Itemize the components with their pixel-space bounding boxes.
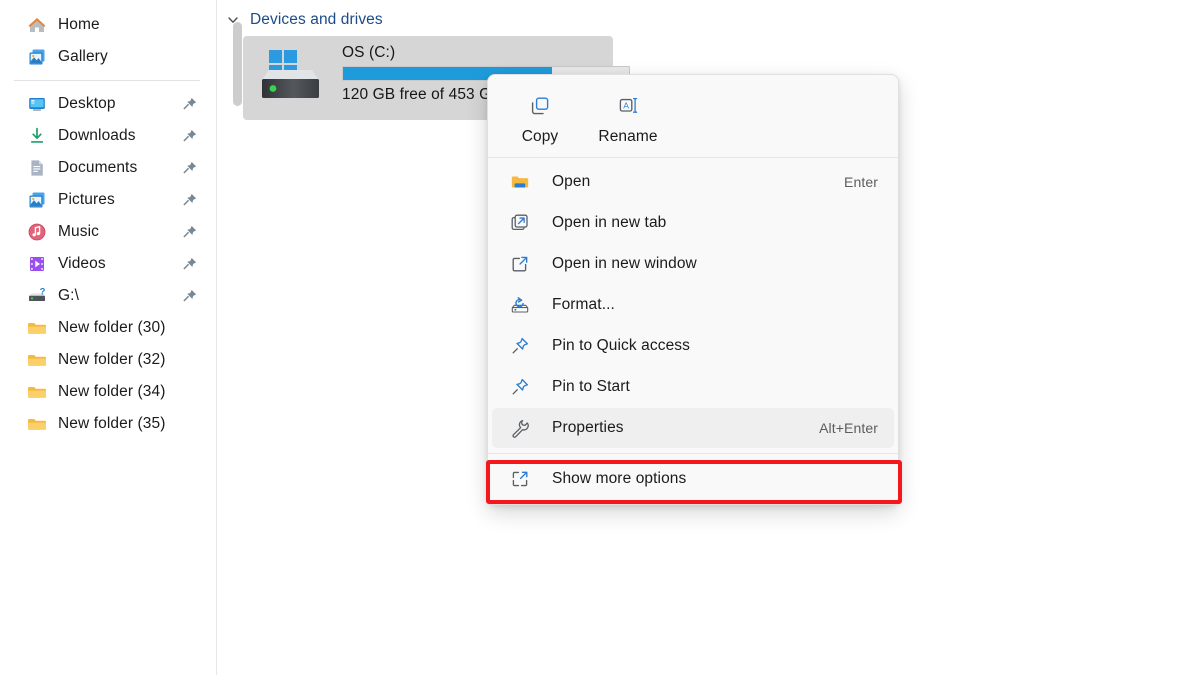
wrench-icon xyxy=(510,418,530,438)
sidebar-item-label: G:\ xyxy=(58,287,79,305)
sidebar-item-label: Downloads xyxy=(58,127,136,145)
menu-item-label: Open in new window xyxy=(552,255,697,273)
context-menu-divider xyxy=(488,453,898,454)
windows-drive-icon xyxy=(257,42,327,112)
folder-open-icon xyxy=(510,172,530,192)
menu-item-accelerator: Enter xyxy=(844,174,878,190)
folder-icon xyxy=(26,349,48,371)
pin-icon[interactable] xyxy=(182,288,198,304)
navigation-pane: Home Gallery Desktop xyxy=(0,0,217,675)
menu-item-label: Open xyxy=(552,173,590,191)
sidebar-item-pictures[interactable]: Pictures xyxy=(6,184,210,216)
copy-button[interactable]: Copy xyxy=(496,87,584,146)
context-menu-command-bar: Copy A Rename xyxy=(488,79,898,156)
pin-icon[interactable] xyxy=(182,96,198,112)
unknown-drive-icon: ? xyxy=(26,285,48,307)
menu-item-open-in-new-window[interactable]: Open in new window xyxy=(492,244,894,284)
video-icon xyxy=(26,253,48,275)
context-menu: Copy A Rename Open Enter xyxy=(487,74,899,505)
menu-item-label: Pin to Start xyxy=(552,378,630,396)
sidebar-item-label: Home xyxy=(58,16,100,34)
folder-icon xyxy=(26,413,48,435)
rename-label: Rename xyxy=(598,128,657,146)
sidebar-item-label: Gallery xyxy=(58,48,108,66)
sidebar-item-label: Desktop xyxy=(58,95,116,113)
copy-label: Copy xyxy=(522,128,559,146)
sidebar-item-new-folder-30[interactable]: New folder (30) xyxy=(6,312,210,344)
menu-item-open-in-new-tab[interactable]: Open in new tab xyxy=(492,203,894,243)
menu-item-label: Format... xyxy=(552,296,615,314)
menu-item-label: Show more options xyxy=(552,470,686,488)
folder-icon xyxy=(26,381,48,403)
sidebar-divider xyxy=(14,80,200,81)
sidebar-item-home[interactable]: Home xyxy=(6,9,210,41)
download-icon xyxy=(26,125,48,147)
gallery-icon xyxy=(26,46,48,68)
menu-item-show-more-options[interactable]: Show more options xyxy=(492,459,894,499)
sidebar-item-drive-g[interactable]: ? G:\ xyxy=(6,280,210,312)
sidebar-item-new-folder-34[interactable]: New folder (34) xyxy=(6,376,210,408)
new-window-icon xyxy=(510,254,530,274)
menu-item-label: Properties xyxy=(552,419,624,437)
sidebar-item-label: Music xyxy=(58,223,99,241)
music-icon xyxy=(26,221,48,243)
menu-item-accelerator: Alt+Enter xyxy=(819,420,878,436)
rename-button[interactable]: A Rename xyxy=(584,87,672,146)
new-tab-icon xyxy=(510,213,530,233)
pin-icon xyxy=(510,377,530,397)
menu-item-pin-to-start[interactable]: Pin to Start xyxy=(492,367,894,407)
sidebar-item-label: New folder (30) xyxy=(58,319,165,337)
desktop-icon xyxy=(26,93,48,115)
sidebar-item-label: New folder (34) xyxy=(58,383,165,401)
chevron-down-icon[interactable] xyxy=(225,12,241,28)
sidebar-item-gallery[interactable]: Gallery xyxy=(6,41,210,73)
pin-icon xyxy=(510,336,530,356)
group-header-label: Devices and drives xyxy=(250,11,383,29)
format-drive-icon xyxy=(510,295,530,315)
document-icon xyxy=(26,157,48,179)
folder-icon xyxy=(26,317,48,339)
sidebar-item-label: Videos xyxy=(58,255,106,273)
sidebar-item-new-folder-35[interactable]: New folder (35) xyxy=(6,408,210,440)
drive-name-label: OS (C:) xyxy=(342,44,603,62)
sidebar-item-music[interactable]: Music xyxy=(6,216,210,248)
sidebar-item-new-folder-32[interactable]: New folder (32) xyxy=(6,344,210,376)
show-more-options-icon xyxy=(510,469,530,489)
pin-icon[interactable] xyxy=(182,192,198,208)
group-header-devices-and-drives[interactable]: Devices and drives xyxy=(225,8,383,32)
copy-icon xyxy=(529,93,551,119)
sidebar-item-label: Pictures xyxy=(58,191,115,209)
menu-item-label: Pin to Quick access xyxy=(552,337,690,355)
pin-icon[interactable] xyxy=(182,224,198,240)
menu-item-open[interactable]: Open Enter xyxy=(492,162,894,202)
scrollbar-thumb[interactable] xyxy=(233,22,242,106)
rename-icon: A xyxy=(617,93,639,119)
menu-item-label: Open in new tab xyxy=(552,214,666,232)
sidebar-item-downloads[interactable]: Downloads xyxy=(6,120,210,152)
sidebar-item-desktop[interactable]: Desktop xyxy=(6,88,210,120)
menu-item-format[interactable]: Format... xyxy=(492,285,894,325)
sidebar-item-label: New folder (35) xyxy=(58,415,165,433)
pin-icon[interactable] xyxy=(182,160,198,176)
sidebar-item-label: Documents xyxy=(58,159,137,177)
pictures-icon xyxy=(26,189,48,211)
pin-icon[interactable] xyxy=(182,128,198,144)
sidebar-item-label: New folder (32) xyxy=(58,351,165,369)
sidebar-item-documents[interactable]: Documents xyxy=(6,152,210,184)
home-icon xyxy=(26,14,48,36)
menu-item-properties[interactable]: Properties Alt+Enter xyxy=(492,408,894,448)
svg-text:A: A xyxy=(623,100,629,110)
svg-text:?: ? xyxy=(40,286,46,297)
content-scrollbar[interactable] xyxy=(233,0,242,675)
menu-item-pin-to-quick-access[interactable]: Pin to Quick access xyxy=(492,326,894,366)
pin-icon[interactable] xyxy=(182,256,198,272)
sidebar-item-videos[interactable]: Videos xyxy=(6,248,210,280)
context-menu-divider xyxy=(488,157,898,158)
